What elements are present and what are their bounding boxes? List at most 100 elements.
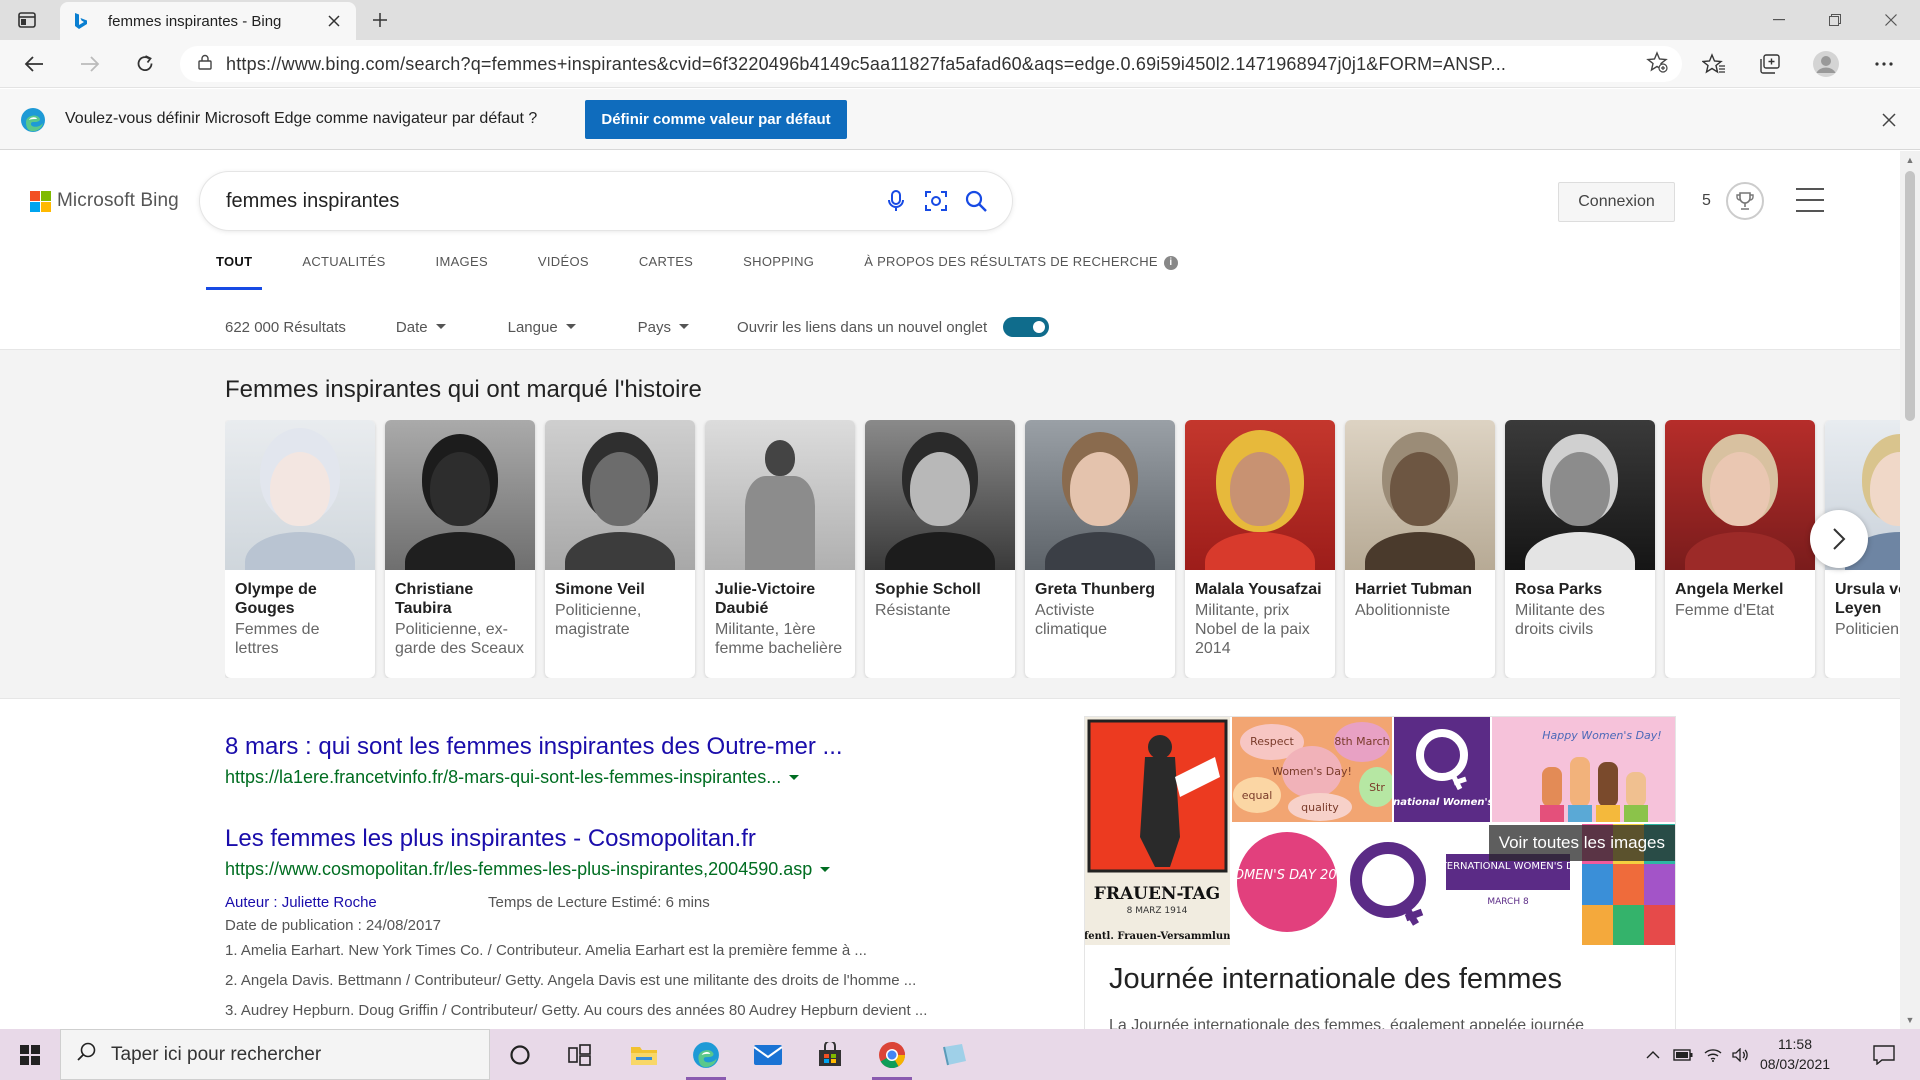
scroll-up-icon[interactable]: ▲ [1905, 155, 1915, 165]
card-description: Militante, prix Nobel de la paix 2014 [1195, 602, 1310, 657]
back-icon[interactable] [16, 48, 52, 80]
tab-cartes[interactable]: CARTES [639, 254, 693, 290]
app-icon[interactable] [930, 1035, 978, 1075]
carousel-card[interactable]: Sophie Scholl Résistante [865, 420, 1015, 678]
carousel-card[interactable]: Christiane Taubira Politicienne, ex-gard… [385, 420, 535, 678]
file-explorer-icon[interactable] [620, 1035, 668, 1075]
image-tile[interactable]: WOMEN'S DAY 2018 [1232, 824, 1342, 945]
restore-icon[interactable] [1806, 0, 1864, 40]
card-photo [1025, 420, 1175, 570]
tab-tout[interactable]: TOUT [205, 254, 263, 290]
poster-caption: FRAUEN-TAG [1094, 884, 1220, 904]
wifi-icon[interactable] [1700, 1029, 1726, 1080]
favorites-icon[interactable] [1696, 48, 1732, 80]
result-url[interactable]: https://la1ere.francetvinfo.fr/8-mars-qu… [225, 767, 843, 788]
bing-logo[interactable]: Microsoft Bing [30, 190, 179, 212]
carousel-card[interactable]: Greta Thunberg Activiste climatique [1025, 420, 1175, 678]
carousel-card[interactable]: Harriet Tubman Abolitionniste [1345, 420, 1495, 678]
carousel-card[interactable]: Simone Veil Politicienne, magistrate [545, 420, 695, 678]
windows-taskbar: Taper ici pour rechercher 11:58 08/03/20… [0, 1029, 1920, 1080]
list-item: 1. Amelia Earhart. New York Times Co. / … [225, 942, 867, 959]
minimize-icon[interactable] [1750, 0, 1808, 40]
url-field[interactable]: https://www.bing.com/search?q=femmes+ins… [180, 46, 1682, 82]
notifications-icon[interactable] [1864, 1029, 1904, 1080]
mail-icon[interactable] [744, 1035, 792, 1075]
task-view-icon[interactable] [556, 1035, 604, 1075]
card-photo [705, 420, 855, 570]
card-photo [1505, 420, 1655, 570]
taskbar-search-placeholder: Taper ici pour rechercher [111, 1043, 322, 1065]
result-title-link[interactable]: 8 mars : qui sont les femmes inspirantes… [225, 733, 843, 761]
search-input[interactable]: femmes inspirantes [226, 190, 876, 213]
taskbar-search-box[interactable]: Taper ici pour rechercher [60, 1029, 490, 1080]
image-tile[interactable] [1344, 824, 1434, 945]
carousel-card[interactable]: Rosa Parks Militante des droits civils [1505, 420, 1655, 678]
chrome-icon[interactable] [868, 1035, 916, 1080]
tab-actions-icon[interactable] [14, 8, 40, 32]
image-grid[interactable]: FRAUEN-TAG 8 MARZ 1914 9 öffentl. Frauen… [1085, 717, 1675, 945]
microphone-icon[interactable] [876, 181, 916, 221]
store-icon[interactable] [806, 1035, 854, 1075]
result-author[interactable]: Auteur : Juliette Roche [225, 894, 488, 911]
new-tab-icon[interactable] [366, 8, 394, 32]
microsoft-logo-icon [30, 190, 51, 212]
rewards-trophy-icon[interactable] [1726, 182, 1764, 220]
tray-chevron-icon[interactable] [1640, 1029, 1666, 1080]
info-icon[interactable]: i [1163, 256, 1178, 270]
view-all-images-button[interactable]: Voir toutes les images [1488, 825, 1675, 861]
happy-womens-day-text: Happy Women's Day! [1542, 729, 1661, 742]
card-description: Femme d'Etat [1675, 602, 1775, 619]
forward-icon[interactable] [72, 48, 108, 80]
country-filter-dropdown[interactable]: Pays [638, 319, 689, 336]
image-tile[interactable]: Happy Women's Day! [1492, 717, 1675, 822]
carousel-card[interactable]: Angela Merkel Femme d'Etat [1665, 420, 1815, 678]
set-default-button[interactable]: Définir comme valeur par défaut [585, 100, 847, 139]
tab-about-results[interactable]: À PROPOS DES RÉSULTATS DE RECHERCHE i [864, 254, 1178, 290]
panel-description: La Journée internationale des femmes, ég… [1109, 1017, 1584, 1029]
edge-taskbar-icon[interactable] [682, 1035, 730, 1080]
add-favorite-icon[interactable] [1646, 50, 1668, 78]
language-filter-dropdown[interactable]: Langue [508, 319, 576, 336]
refresh-icon[interactable] [127, 48, 163, 80]
profile-avatar-icon[interactable] [1808, 48, 1844, 80]
visual-search-icon[interactable] [916, 181, 956, 221]
settings-more-icon[interactable] [1866, 48, 1902, 80]
date-filter-dropdown[interactable]: Date [396, 319, 446, 336]
image-tile[interactable]: FRAUEN-TAG 8 MARZ 1914 9 öffentl. Frauen… [1085, 717, 1230, 945]
carousel-card[interactable]: Olympe de Gouges Femmes de lettres [225, 420, 375, 678]
carousel-next-icon[interactable] [1810, 510, 1868, 568]
image-tile[interactable]: International Women's Day [1394, 717, 1490, 822]
tab-images[interactable]: IMAGES [436, 254, 488, 290]
carousel-card[interactable]: Julie-Victoire Daubié Militante, 1ère fe… [705, 420, 855, 678]
window-close-icon[interactable] [1862, 0, 1920, 40]
result-title-link[interactable]: Les femmes les plus inspirantes - Cosmop… [225, 825, 927, 853]
scroll-down-icon[interactable]: ▼ [1905, 1015, 1915, 1025]
result-url[interactable]: https://www.cosmopolitan.fr/les-femmes-l… [225, 859, 927, 880]
carousel-card[interactable]: Malala Yousafzai Militante, prix Nobel d… [1185, 420, 1335, 678]
cortana-icon[interactable] [496, 1035, 544, 1075]
image-tile[interactable]: Respect 8th March Women's Day! equal qua… [1232, 717, 1392, 822]
search-icon[interactable] [956, 181, 996, 221]
collections-icon[interactable] [1752, 48, 1788, 80]
page-scrollbar[interactable]: ▲ ▼ [1900, 151, 1920, 1029]
windows-start-icon[interactable] [0, 1029, 60, 1080]
tab-shopping[interactable]: SHOPPING [743, 254, 814, 290]
signin-button[interactable]: Connexion [1558, 182, 1675, 222]
new-tab-toggle[interactable] [1003, 317, 1050, 337]
browser-tab[interactable]: femmes inspirantes - Bing [60, 2, 356, 40]
tab-close-icon[interactable] [324, 11, 344, 31]
bubble-text: quality [1301, 801, 1339, 814]
scrollbar-thumb[interactable] [1905, 171, 1915, 421]
menu-hamburger-icon[interactable] [1796, 188, 1824, 212]
battery-icon[interactable] [1668, 1029, 1698, 1080]
card-name: Harriet Tubman [1355, 581, 1473, 598]
system-clock[interactable]: 11:58 08/03/2021 [1750, 1034, 1840, 1074]
bing-results-page: Microsoft Bing femmes inspirantes Connex… [0, 151, 1900, 1029]
search-box[interactable]: femmes inspirantes [200, 172, 1012, 230]
card-description: Militante des droits civils [1515, 602, 1605, 638]
tab-videos[interactable]: VIDÉOS [538, 254, 589, 290]
tab-actualites[interactable]: ACTUALITÉS [302, 254, 385, 290]
rewards-points[interactable]: 5 [1702, 192, 1711, 210]
infobar-close-icon[interactable] [1876, 107, 1902, 133]
panel-title[interactable]: Journée internationale des femmes [1109, 963, 1562, 996]
